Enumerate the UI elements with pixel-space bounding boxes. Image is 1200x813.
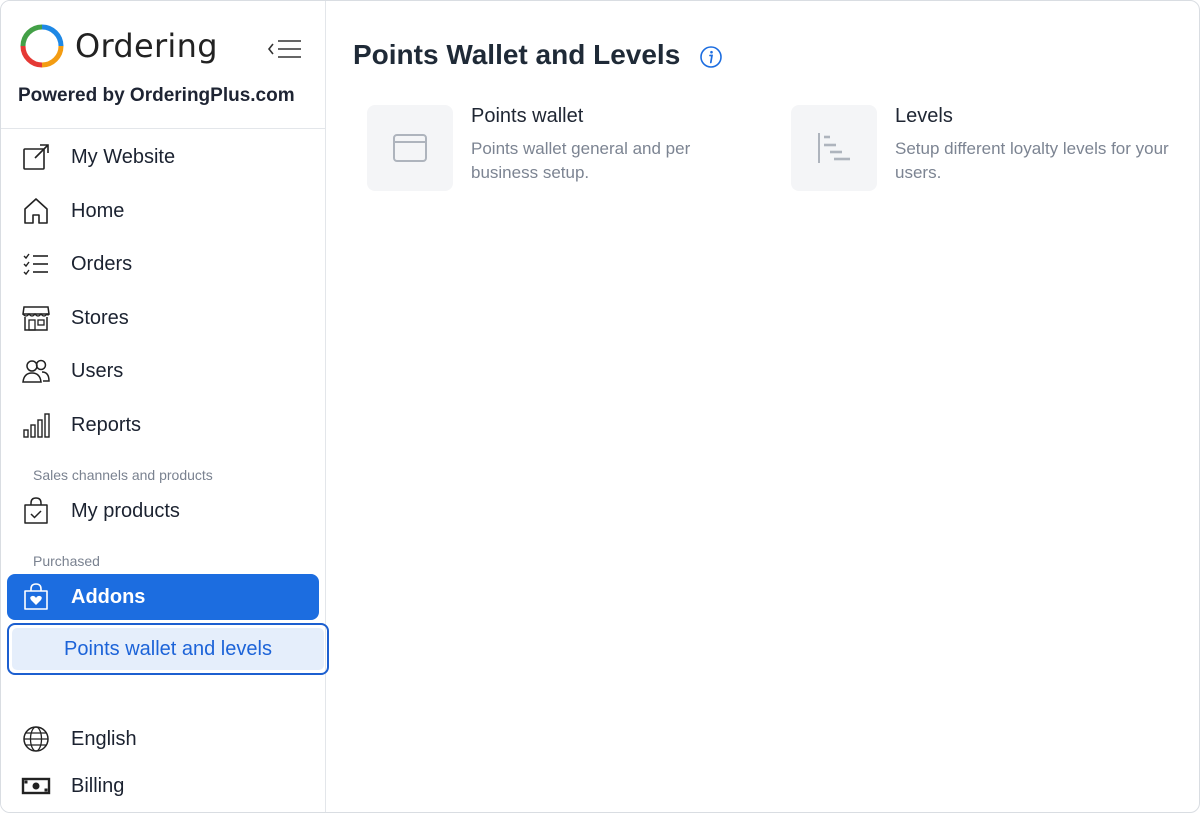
sidebar-item-label: Orders [71,252,133,275]
sidebar-item-label: My products [71,499,180,522]
points-wallet-card[interactable]: Points wallet Points wallet general and … [367,105,767,195]
sidebar-item-billing[interactable]: Billing [7,763,319,809]
brand: Ordering [19,23,218,69]
cash-icon [21,771,51,801]
sidebar-item-label: Reports [71,413,142,436]
card-thumbnail [791,105,877,191]
card-description: Setup different loyalty levels for your … [895,139,1169,182]
sidebar-item-users[interactable]: Users [7,348,319,394]
sidebar-item-my-products[interactable]: My products [7,488,319,534]
bag-heart-icon [21,582,51,612]
sidebar-item-label: Billing [71,774,125,797]
sidebar-item-label: Home [71,199,125,222]
language-selector[interactable]: English [7,716,319,762]
sidebar-item-my-website[interactable]: My Website [7,134,319,180]
subitem-highlight: Points wallet and levels [12,628,324,670]
sidebar-item-home[interactable]: Home [7,188,319,234]
main-content: Points Wallet and Levels Points wallet P… [327,1,1199,812]
sidebar-subitem-points-wallet-levels[interactable]: Points wallet and levels [7,623,329,675]
info-icon[interactable] [699,45,723,69]
levels-icon [818,133,850,163]
divider [1,128,326,129]
globe-icon [21,724,51,754]
card-description: Points wallet general and per business s… [471,139,691,182]
external-link-icon [21,142,51,172]
app-window: Ordering Powered by OrderingPlus.com My … [0,0,1200,813]
card-title: Levels [895,105,953,127]
page-title: Points Wallet and Levels [353,39,681,70]
list-check-icon [21,249,51,279]
levels-card[interactable]: Levels Setup different loyalty levels fo… [791,105,1191,195]
ordering-logo-icon [20,24,64,68]
collapse-sidebar-icon[interactable] [265,35,305,63]
wallet-icon [393,134,427,162]
section-label-sales: Sales channels and products [33,467,213,483]
home-icon [21,196,51,226]
sidebar-item-label: Users [71,359,124,382]
card-title: Points wallet [471,105,584,127]
sidebar-item-reports[interactable]: Reports [7,402,319,448]
sidebar-item-orders[interactable]: Orders [7,241,319,287]
sidebar-item-label: My Website [71,145,176,168]
powered-by-text: Powered by OrderingPlus.com [18,85,295,106]
bag-check-icon [21,496,51,526]
section-label-purchased: Purchased [33,553,100,569]
sidebar: Ordering Powered by OrderingPlus.com My … [1,1,329,812]
language-label: English [71,727,137,750]
brand-name: Ordering [75,27,218,65]
store-icon [21,303,51,333]
sidebar-item-addons[interactable]: Addons [7,574,319,620]
sidebar-subitem-label: Points wallet and levels [64,637,272,660]
sidebar-item-label: Stores [71,306,129,329]
users-icon [21,356,51,386]
sidebar-item-label: Addons [71,585,146,608]
bar-chart-icon [21,410,51,440]
card-thumbnail [367,105,453,191]
sidebar-item-stores[interactable]: Stores [7,295,319,341]
